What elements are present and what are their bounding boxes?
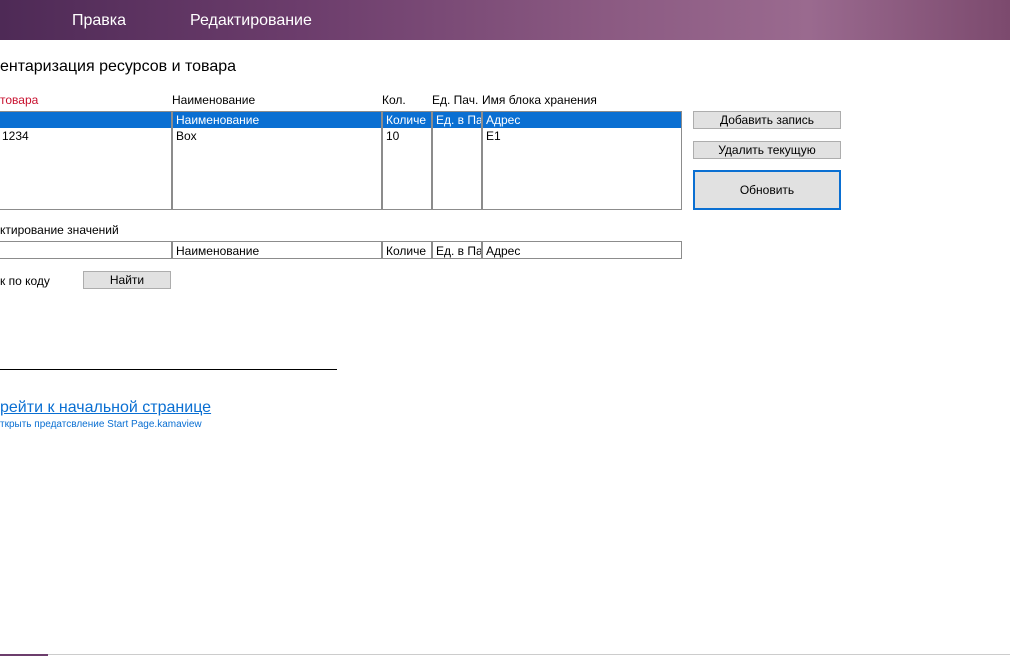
start-page-sublink[interactable]: ткрыть предатсвление Start Page.kamaview [0, 419, 202, 431]
refresh-button[interactable]: Обновить [693, 170, 841, 210]
edit-block-field[interactable]: Адрес [482, 241, 682, 259]
add-record-button[interactable]: Добавить запись [693, 111, 841, 129]
list-item[interactable]: 1234 [0, 128, 171, 144]
list-block[interactable]: Адрес E1 [482, 111, 682, 210]
menu-item-edit[interactable]: Правка [72, 11, 126, 31]
list-item[interactable]: E1 [483, 128, 681, 144]
column-header-qty: Кол. [382, 93, 406, 107]
list-item[interactable] [0, 112, 171, 128]
menu-item-editing[interactable]: Редактирование [190, 11, 312, 31]
menu-bar: Правка Редактирование [0, 0, 1010, 40]
list-item[interactable] [433, 128, 481, 144]
delete-record-button[interactable]: Удалить текущую [693, 141, 841, 159]
edit-code-field[interactable] [0, 241, 172, 259]
page-title: ентаризация ресурсов и товара [0, 58, 237, 75]
list-name[interactable]: Наименование Box [172, 111, 382, 210]
edit-values-label: ктирование значений [0, 223, 119, 237]
list-item[interactable]: Количе [383, 112, 431, 128]
edit-name-field[interactable]: Наименование [172, 241, 382, 259]
bottom-divider [48, 654, 1010, 655]
column-header-code: товара [0, 93, 39, 107]
column-header-unit: Ед. Пач. [432, 93, 479, 107]
list-item[interactable]: Адрес [483, 112, 681, 128]
list-item[interactable]: Box [173, 128, 381, 144]
search-by-code-label: к по коду [0, 274, 50, 288]
list-code[interactable]: 1234 [0, 111, 172, 210]
divider [0, 369, 337, 370]
edit-qty-field[interactable]: Количе [382, 241, 432, 259]
list-unit[interactable]: Ед. в Па [432, 111, 482, 210]
list-item[interactable]: Ед. в Па [433, 112, 481, 128]
start-page-link[interactable]: рейти к начальной странице [0, 398, 211, 418]
list-item[interactable]: Наименование [173, 112, 381, 128]
column-header-block: Имя блока хранения [482, 93, 597, 107]
list-qty[interactable]: Количе 10 [382, 111, 432, 210]
column-header-name: Наименование [172, 93, 256, 107]
list-item[interactable]: 10 [383, 128, 431, 144]
edit-unit-field[interactable]: Ед. в Па [432, 241, 482, 259]
find-button[interactable]: Найти [83, 271, 171, 289]
